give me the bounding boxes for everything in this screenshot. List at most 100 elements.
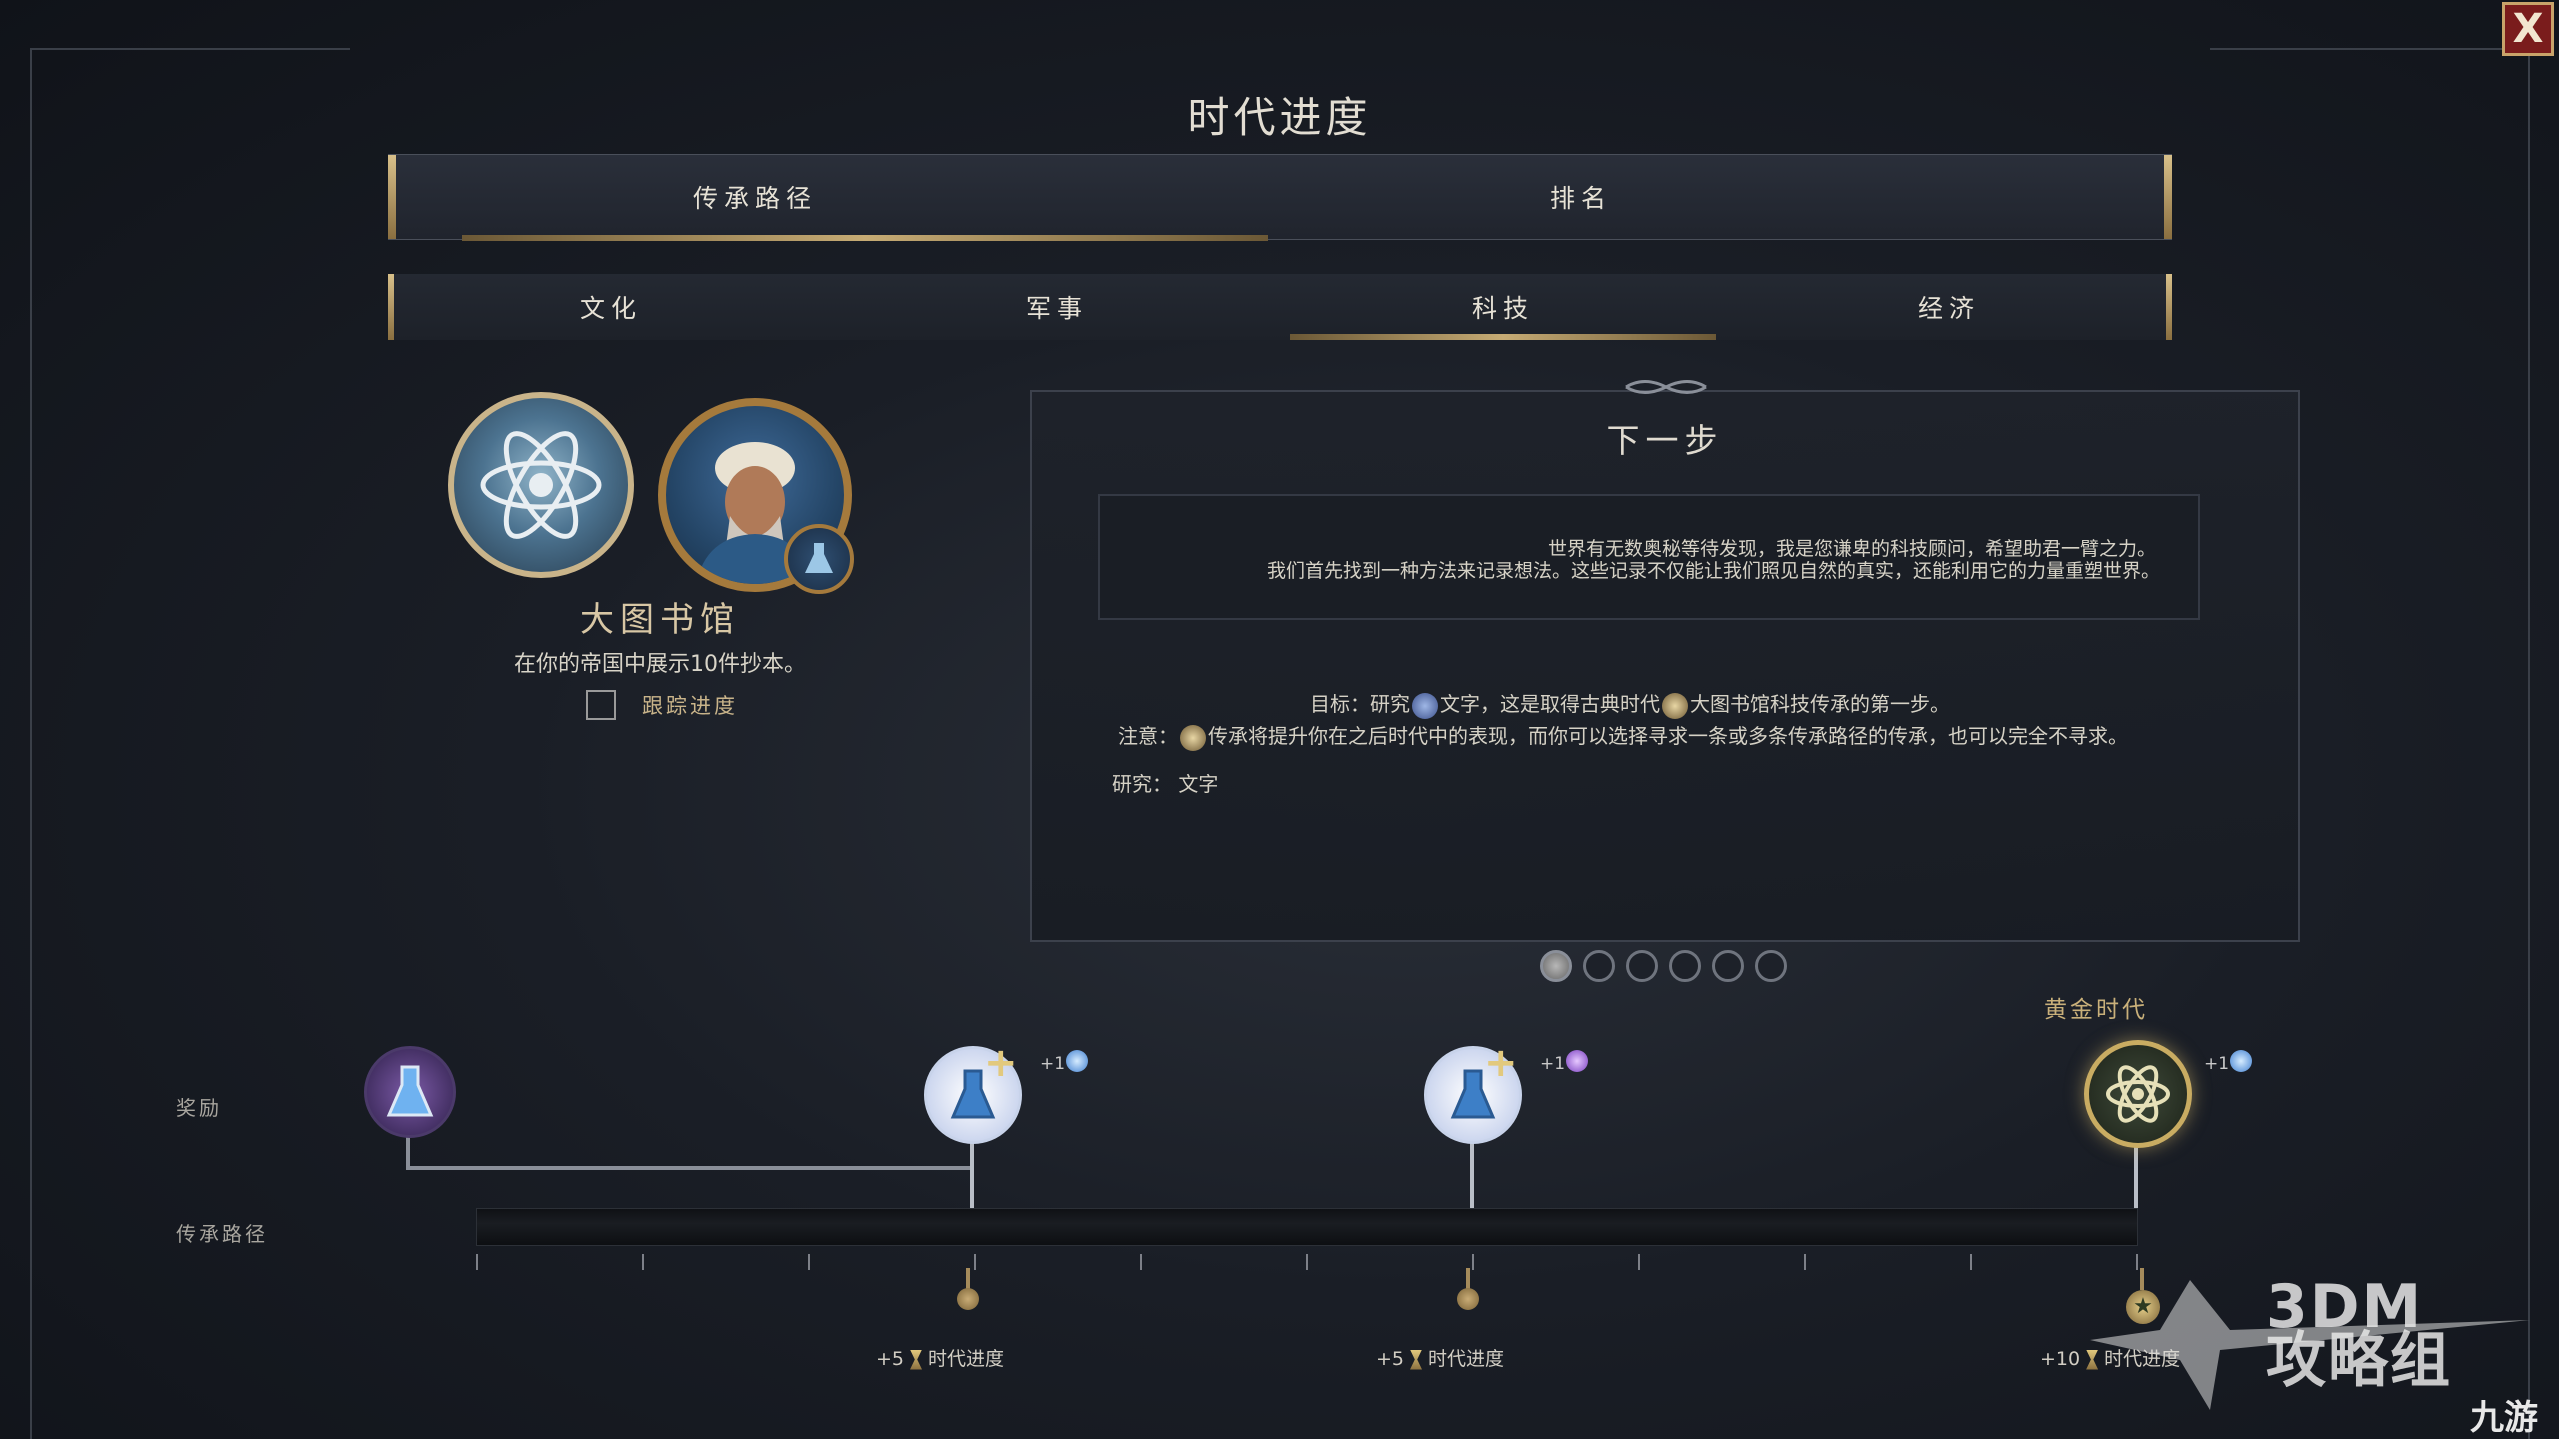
tab-ranking[interactable]: 排名 bbox=[1288, 155, 1874, 239]
frame-right bbox=[2528, 48, 2530, 1439]
tab-economy-label: 经济 bbox=[1917, 294, 1980, 323]
goal-tech[interactable]: 文字 bbox=[1440, 692, 1480, 716]
close-icon: X bbox=[2512, 6, 2544, 52]
goal-prefix: 目标：研究 bbox=[1310, 692, 1410, 716]
goal-line: 目标：研究 文字，这是取得古典时代 大图书馆科技传承的第一步。 bbox=[1310, 688, 1950, 719]
tech-icon bbox=[1412, 692, 1438, 719]
reward-2-bonus: +1 bbox=[1040, 1054, 1066, 1074]
legacy-description: 在你的帝国中展示10件抄本。 bbox=[514, 652, 806, 677]
milestone-2-label: 时代进度 bbox=[1428, 1348, 1505, 1370]
track-progress-label[interactable]: 跟踪进度 bbox=[642, 690, 738, 720]
tab-culture-label: 文化 bbox=[579, 294, 642, 323]
advisor-quote-line-2: 我们首先找到一种方法来记录想法。这些记录不仅能让我们照见自然的真实，还能利用它的… bbox=[1266, 560, 2160, 582]
progress-tick bbox=[1306, 1254, 1308, 1270]
atom-laurel-icon bbox=[448, 392, 634, 578]
milestone-pin-icon bbox=[1457, 1288, 1479, 1310]
flask-icon bbox=[784, 524, 854, 594]
progress-tick bbox=[808, 1254, 810, 1270]
progress-tick bbox=[642, 1254, 644, 1270]
reward-connector-v bbox=[406, 1136, 410, 1170]
progress-tick bbox=[1804, 1254, 1806, 1270]
note-text: 传承将提升你在之后时代中的表现，而你可以选择寻求一条或多条传承路径的传承，也可以… bbox=[1208, 724, 2128, 748]
reward-3-bonus: +1 bbox=[1540, 1054, 1566, 1074]
legacy-title: 大图书馆 bbox=[580, 600, 740, 640]
milestone-pin-stem bbox=[1466, 1268, 1470, 1290]
ornament-icon bbox=[1625, 380, 1707, 394]
progress-tick bbox=[1472, 1254, 1474, 1270]
plus-icon: + bbox=[984, 1040, 1018, 1086]
tab-military[interactable]: 军事 bbox=[834, 274, 1280, 340]
watermark-line-2: 攻略组 bbox=[2266, 1326, 2452, 1396]
sub-tab-underline bbox=[1290, 334, 1716, 340]
tab-culture[interactable]: 文化 bbox=[388, 274, 834, 340]
legacy-progress-bar bbox=[476, 1208, 2138, 1246]
page-dot-3[interactable] bbox=[1626, 950, 1658, 982]
page-dot-4[interactable] bbox=[1669, 950, 1701, 982]
frame-left bbox=[30, 48, 32, 1439]
progress-tick bbox=[1638, 1254, 1640, 1270]
note-line: 注意： 传承将提升你在之后时代中的表现，而你可以选择寻求一条或多条传承路径的传承，… bbox=[1118, 720, 2128, 751]
reward-4-bonus: +1 bbox=[2204, 1054, 2230, 1074]
milestone-pin-stem bbox=[966, 1268, 970, 1290]
progress-tick bbox=[476, 1254, 478, 1270]
sub-tab-bar: 文化 军事 科技 经济 bbox=[388, 274, 2172, 340]
page-dot-2[interactable] bbox=[1583, 950, 1615, 982]
reward-science-flask-icon[interactable] bbox=[364, 1046, 456, 1138]
tab-science-label: 科技 bbox=[1471, 294, 1534, 323]
blue-orb-icon bbox=[2230, 1050, 2252, 1072]
next-step-heading: 下一步 bbox=[1606, 421, 1724, 460]
goal-suffix: 科技传承的第一步。 bbox=[1770, 692, 1950, 716]
reward-connector-h bbox=[406, 1166, 972, 1170]
milestone-1-label: 时代进度 bbox=[928, 1348, 1005, 1370]
research-line: 研究： 文字 bbox=[1112, 768, 1218, 797]
plus-icon: + bbox=[1484, 1040, 1518, 1086]
tab-economy[interactable]: 经济 bbox=[1726, 274, 2172, 340]
hourglass-icon bbox=[1410, 1349, 1423, 1370]
tab-legacy-path[interactable]: 传承路径 bbox=[462, 155, 1048, 239]
frame-top-left bbox=[30, 48, 350, 50]
progress-tick bbox=[2136, 1254, 2138, 1270]
reward-3-stem bbox=[1470, 1140, 1474, 1208]
next-step-panel bbox=[1030, 390, 2300, 942]
golden-age-label: 黄金时代 bbox=[2044, 997, 2148, 1023]
tabbar-right-edge bbox=[2164, 155, 2172, 239]
milestone-pin-icon bbox=[957, 1288, 979, 1310]
progress-tick bbox=[1140, 1254, 1142, 1270]
watermark-brand: 九游 bbox=[2470, 1398, 2538, 1438]
rewards-row-label: 奖励 bbox=[176, 1096, 222, 1120]
tab-ranking-label: 排名 bbox=[1549, 184, 1612, 213]
path-row-label: 传承路径 bbox=[176, 1222, 268, 1246]
frame-top-right bbox=[2210, 48, 2530, 50]
tab-legacy-path-label: 传承路径 bbox=[692, 184, 817, 213]
purple-orb-icon bbox=[1566, 1050, 1588, 1072]
note-prefix: 注意： bbox=[1118, 724, 1178, 748]
reward-4-stem bbox=[2134, 1140, 2138, 1208]
goal-mid: ，这是取得古典时代 bbox=[1480, 692, 1660, 716]
legacy-icon bbox=[1180, 724, 1206, 751]
milestone-2: +5 时代进度 bbox=[1376, 1344, 1504, 1371]
progress-tick bbox=[974, 1254, 976, 1270]
goal-legacy[interactable]: 大图书馆 bbox=[1690, 692, 1770, 716]
legacy-icon bbox=[1662, 692, 1688, 719]
watermark-text: 3DM 攻略组 bbox=[2266, 1277, 2452, 1396]
milestone-2-amount: +5 bbox=[1376, 1348, 1405, 1370]
research-value[interactable]: 文字 bbox=[1178, 772, 1218, 796]
milestone-1: +5 时代进度 bbox=[876, 1344, 1004, 1371]
tab-science[interactable]: 科技 bbox=[1280, 274, 1726, 340]
reward-golden-atom-icon[interactable] bbox=[2084, 1040, 2192, 1148]
tab-military-label: 军事 bbox=[1025, 294, 1088, 323]
research-label: 研究： bbox=[1112, 772, 1172, 796]
page-dot-5[interactable] bbox=[1712, 950, 1744, 982]
reward-2-stem bbox=[970, 1140, 974, 1208]
main-tab-underline bbox=[462, 235, 1268, 241]
milestone-1-amount: +5 bbox=[876, 1348, 905, 1370]
page-dot-1[interactable] bbox=[1540, 950, 1572, 982]
main-tab-bar: 传承路径 排名 bbox=[388, 154, 2172, 241]
page-dot-6[interactable] bbox=[1755, 950, 1787, 982]
track-progress-checkbox[interactable] bbox=[586, 690, 616, 720]
blue-orb-icon bbox=[1066, 1050, 1088, 1072]
hourglass-icon bbox=[910, 1349, 923, 1370]
page-title: 时代进度 bbox=[1187, 93, 1372, 142]
close-button[interactable]: X bbox=[2502, 2, 2554, 56]
tabbar-left-edge bbox=[388, 155, 396, 239]
